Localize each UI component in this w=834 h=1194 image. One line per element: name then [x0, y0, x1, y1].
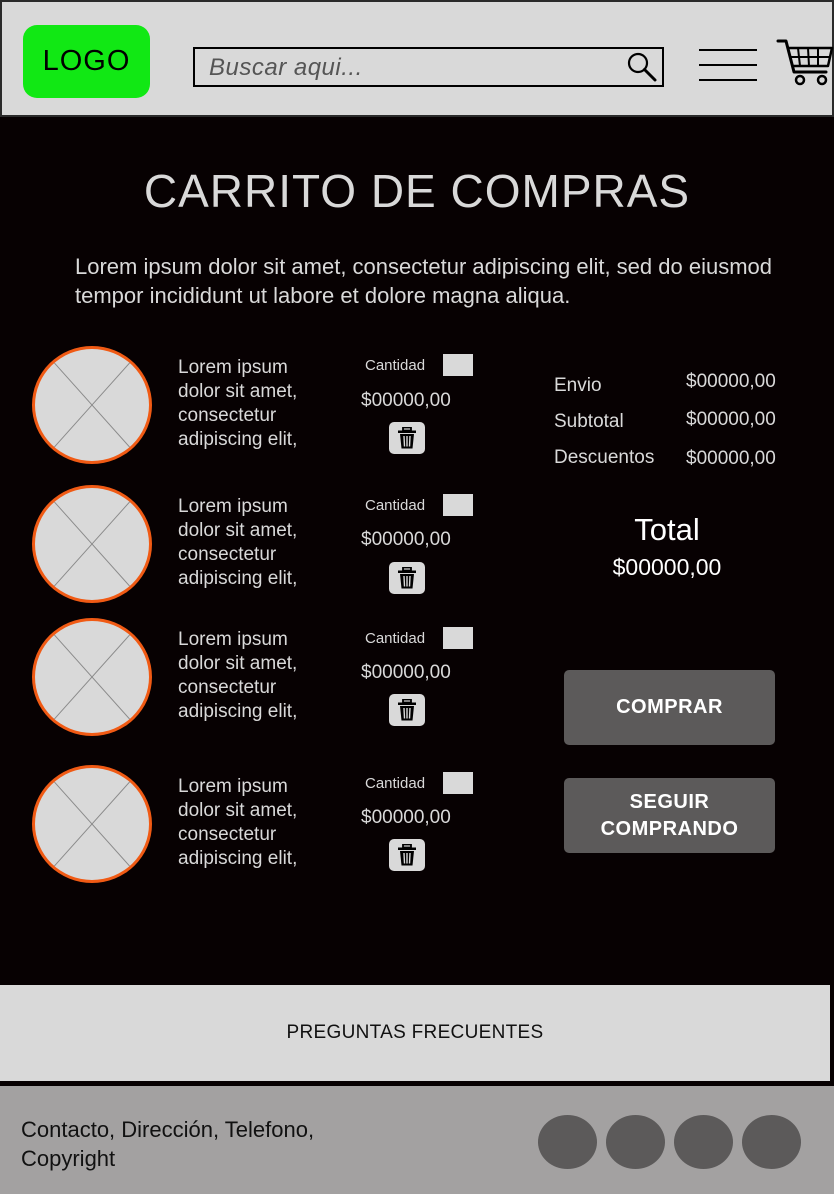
delete-item-button[interactable]	[389, 562, 425, 594]
quantity-input[interactable]	[443, 772, 473, 794]
page-title: CARRITO DE COMPRAS	[143, 165, 691, 217]
search-icon[interactable]	[626, 51, 658, 83]
shipping-value: $00000,00	[686, 371, 776, 392]
shopping-cart-icon[interactable]	[776, 38, 834, 88]
product-image-placeholder[interactable]	[32, 485, 152, 603]
discount-value: $00000,00	[686, 448, 776, 469]
buy-button[interactable]: COMPRAR	[564, 670, 775, 745]
cart-item: Lorem ipsum dolor sit amet, consectetur …	[0, 0, 520, 883]
product-description: Lorem ipsum dolor sit amet, consectetur …	[178, 776, 298, 869]
faq-link[interactable]: PREGUNTAS FRECUENTES	[0, 985, 830, 1081]
quantity-input[interactable]	[443, 494, 473, 516]
product-description: Lorem ipsum dolor sit amet, consectetur …	[178, 357, 298, 450]
total-label: Total	[634, 512, 700, 547]
product-image-placeholder[interactable]	[32, 765, 152, 883]
hamburger-menu-icon[interactable]	[699, 48, 757, 82]
social-icon-2[interactable]	[606, 1115, 665, 1169]
social-icon-3[interactable]	[674, 1115, 733, 1169]
quantity-label: Cantidad	[365, 775, 426, 792]
delete-item-button[interactable]	[389, 839, 425, 871]
page-intro: Lorem ipsum dolor sit amet, consectetur …	[75, 254, 773, 308]
social-icon-4[interactable]	[742, 1115, 801, 1169]
subtotal-label: Subtotal	[554, 411, 624, 432]
product-price: $00000,00	[361, 662, 451, 683]
trash-icon	[398, 699, 416, 721]
product-image-placeholder[interactable]	[32, 346, 152, 464]
subtotal-value: $00000,00	[686, 409, 776, 430]
quantity-input[interactable]	[443, 354, 473, 376]
total-value: $00000,00	[612, 554, 722, 580]
trash-icon	[398, 427, 416, 449]
trash-icon	[398, 567, 416, 589]
footer: Contacto, Dirección, Telefono, Copyright	[0, 1086, 834, 1194]
quantity-input[interactable]	[443, 627, 473, 649]
product-image-placeholder[interactable]	[32, 618, 152, 736]
social-icon-1[interactable]	[538, 1115, 597, 1169]
continue-shopping-button[interactable]: SEGUIR COMPRANDO	[564, 778, 775, 853]
product-price: $00000,00	[361, 390, 451, 411]
product-price: $00000,00	[361, 529, 451, 550]
delete-item-button[interactable]	[389, 694, 425, 726]
shipping-label: Envio	[554, 375, 602, 396]
trash-icon	[398, 844, 416, 866]
quantity-label: Cantidad	[365, 497, 426, 514]
quantity-label: Cantidad	[365, 630, 426, 647]
delete-item-button[interactable]	[389, 422, 425, 454]
product-description: Lorem ipsum dolor sit amet, consectetur …	[178, 629, 298, 722]
quantity-label: Cantidad	[365, 357, 426, 374]
footer-info: Contacto, Dirección, Telefono, Copyright	[21, 1117, 315, 1171]
product-price: $00000,00	[361, 807, 451, 828]
product-description: Lorem ipsum dolor sit amet, consectetur …	[178, 496, 298, 589]
discount-label: Descuentos	[554, 447, 655, 468]
